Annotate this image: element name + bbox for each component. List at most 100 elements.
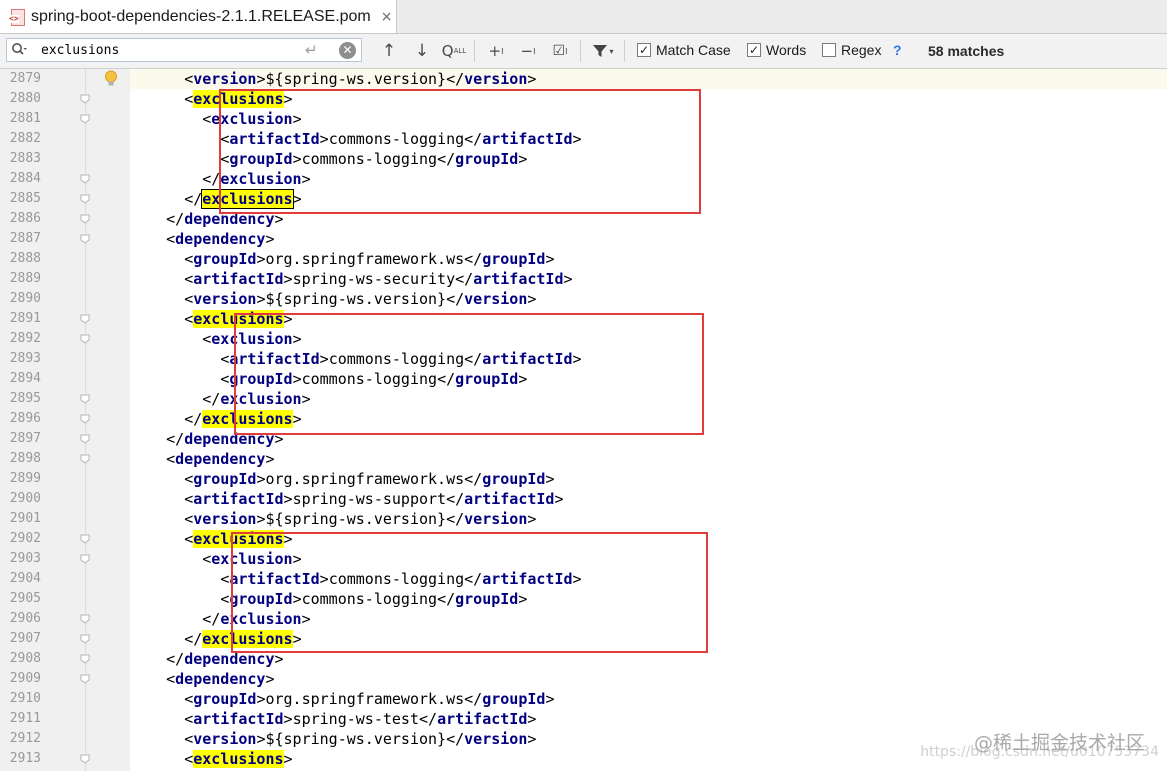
code-line[interactable]: <dependency>: [130, 229, 274, 249]
line-number: 2900: [9, 491, 41, 506]
line-number: 2887: [9, 231, 41, 246]
line-number: 2913: [9, 751, 41, 766]
fold-marker-icon[interactable]: [80, 634, 90, 644]
line-number: 2901: [9, 511, 41, 526]
words-check[interactable]: ✓: [747, 43, 761, 57]
line-number: 2911: [9, 711, 41, 726]
search-icon[interactable]: [11, 42, 27, 58]
line-number: 2888: [9, 251, 41, 266]
code-line[interactable]: <groupId>org.springframework.ws</groupId…: [130, 469, 554, 489]
line-number: 2895: [9, 391, 41, 406]
line-number: 2902: [9, 531, 41, 546]
code-line[interactable]: <exclusions>: [130, 749, 293, 769]
regex-check[interactable]: [822, 43, 836, 57]
code-line[interactable]: <groupId>org.springframework.ws</groupId…: [130, 689, 554, 709]
lightbulb-icon[interactable]: [104, 70, 118, 88]
line-number: 2898: [9, 451, 41, 466]
find-toolbar: ↵ ✕ ↑ ↓ QALL +I −I ☑I ▾ ✓ Match Case ✓ W…: [0, 34, 1167, 69]
code-line[interactable]: <groupId>org.springframework.ws</groupId…: [130, 249, 554, 269]
fold-marker-icon[interactable]: [80, 414, 90, 424]
next-occurrence-icon[interactable]: ↓: [412, 39, 432, 63]
fold-marker-icon[interactable]: [80, 534, 90, 544]
line-number: 2884: [9, 171, 41, 186]
code-line[interactable]: <dependency>: [130, 449, 274, 469]
fold-marker-icon[interactable]: [80, 234, 90, 244]
fold-marker-icon[interactable]: [80, 434, 90, 444]
regex-label: Regex: [841, 42, 882, 58]
code-line[interactable]: <version>${spring-ws.version}</version>: [130, 69, 536, 89]
fold-marker-icon[interactable]: [80, 174, 90, 184]
code-line[interactable]: <artifactId>spring-ws-support</artifactI…: [130, 489, 563, 509]
line-number: 2894: [9, 371, 41, 386]
code-line[interactable]: <version>${spring-ws.version}</version>: [130, 289, 536, 309]
line-number: 2905: [9, 591, 41, 606]
fold-marker-icon[interactable]: [80, 654, 90, 664]
filter-icon[interactable]: ▾: [591, 39, 615, 63]
enter-icon[interactable]: ↵: [305, 41, 318, 59]
add-occurrence-icon[interactable]: + I: [484, 39, 508, 63]
fold-marker-icon[interactable]: [80, 314, 90, 324]
fold-marker-icon[interactable]: [80, 394, 90, 404]
fold-marker-icon[interactable]: [80, 614, 90, 624]
line-number: 2906: [9, 611, 41, 626]
line-number: 2883: [9, 151, 41, 166]
line-number: 2885: [9, 191, 41, 206]
fold-marker-icon[interactable]: [80, 194, 90, 204]
toolbar-separator: [580, 40, 581, 62]
annotation-box-1: [219, 89, 701, 214]
code-line[interactable]: <dependency>: [130, 669, 274, 689]
line-number: 2886: [9, 211, 41, 226]
editor-tab[interactable]: <> spring-boot-dependencies-2.1.1.RELEAS…: [0, 0, 397, 33]
fold-marker-icon[interactable]: [80, 334, 90, 344]
fold-marker-icon[interactable]: [80, 94, 90, 104]
words-checkbox[interactable]: ✓ Words: [747, 42, 806, 58]
fold-marker-icon[interactable]: [80, 674, 90, 684]
line-number: 2907: [9, 631, 41, 646]
line-number: 2912: [9, 731, 41, 746]
line-number: 2892: [9, 331, 41, 346]
prev-occurrence-icon[interactable]: ↑: [379, 39, 399, 63]
find-in-selection-icon[interactable]: Q ALL: [442, 39, 466, 63]
line-number: 2890: [9, 291, 41, 306]
fold-marker-icon[interactable]: [80, 754, 90, 764]
line-number: 2893: [9, 351, 41, 366]
code-line[interactable]: <version>${spring-ws.version}</version>: [130, 509, 536, 529]
watermark-brand: @稀土掘金技术社区: [973, 732, 1145, 754]
line-number: 2909: [9, 671, 41, 686]
clear-icon[interactable]: ✕: [339, 42, 356, 59]
toolbar-separator: [624, 40, 625, 62]
words-label: Words: [766, 42, 807, 58]
select-all-occurrences-icon[interactable]: ☑ I: [548, 39, 572, 63]
line-number: 2910: [9, 691, 41, 706]
match-case-checkbox[interactable]: ✓ Match Case: [637, 42, 731, 58]
search-field[interactable]: ↵ ✕: [6, 38, 362, 62]
code-line[interactable]: <artifactId>spring-ws-test</artifactId>: [130, 709, 536, 729]
fold-marker-icon[interactable]: [80, 554, 90, 564]
line-number: 2904: [9, 571, 41, 586]
remove-occurrence-icon[interactable]: − I: [516, 39, 540, 63]
code-editor[interactable]: 2879 <version>${spring-ws.version}</vers…: [0, 69, 1167, 771]
search-input[interactable]: [41, 41, 301, 59]
match-case-check[interactable]: ✓: [637, 43, 651, 57]
code-line[interactable]: <version>${spring-ws.version}</version>: [130, 729, 536, 749]
line-number: 2908: [9, 651, 41, 666]
tab-title: spring-boot-dependencies-2.1.1.RELEASE.p…: [31, 7, 371, 25]
fold-marker-icon[interactable]: [80, 114, 90, 124]
line-number: 2879: [9, 71, 41, 86]
code-line[interactable]: <artifactId>spring-ws-security</artifact…: [130, 269, 572, 289]
line-number: 2899: [9, 471, 41, 486]
fold-marker-icon[interactable]: [80, 214, 90, 224]
annotation-box-3: [231, 532, 708, 653]
regex-checkbox[interactable]: Regex: [822, 42, 881, 58]
match-count: 58 matches: [928, 43, 1005, 59]
line-number: 2903: [9, 551, 41, 566]
line-number: 2896: [9, 411, 41, 426]
close-icon[interactable]: ×: [381, 9, 393, 25]
line-number: 2897: [9, 431, 41, 446]
line-number: 2891: [9, 311, 41, 326]
line-number: 2881: [9, 111, 41, 126]
line-number: 2880: [9, 91, 41, 106]
fold-marker-icon[interactable]: [80, 454, 90, 464]
help-icon[interactable]: ?: [893, 42, 902, 58]
line-number: 2882: [9, 131, 41, 146]
